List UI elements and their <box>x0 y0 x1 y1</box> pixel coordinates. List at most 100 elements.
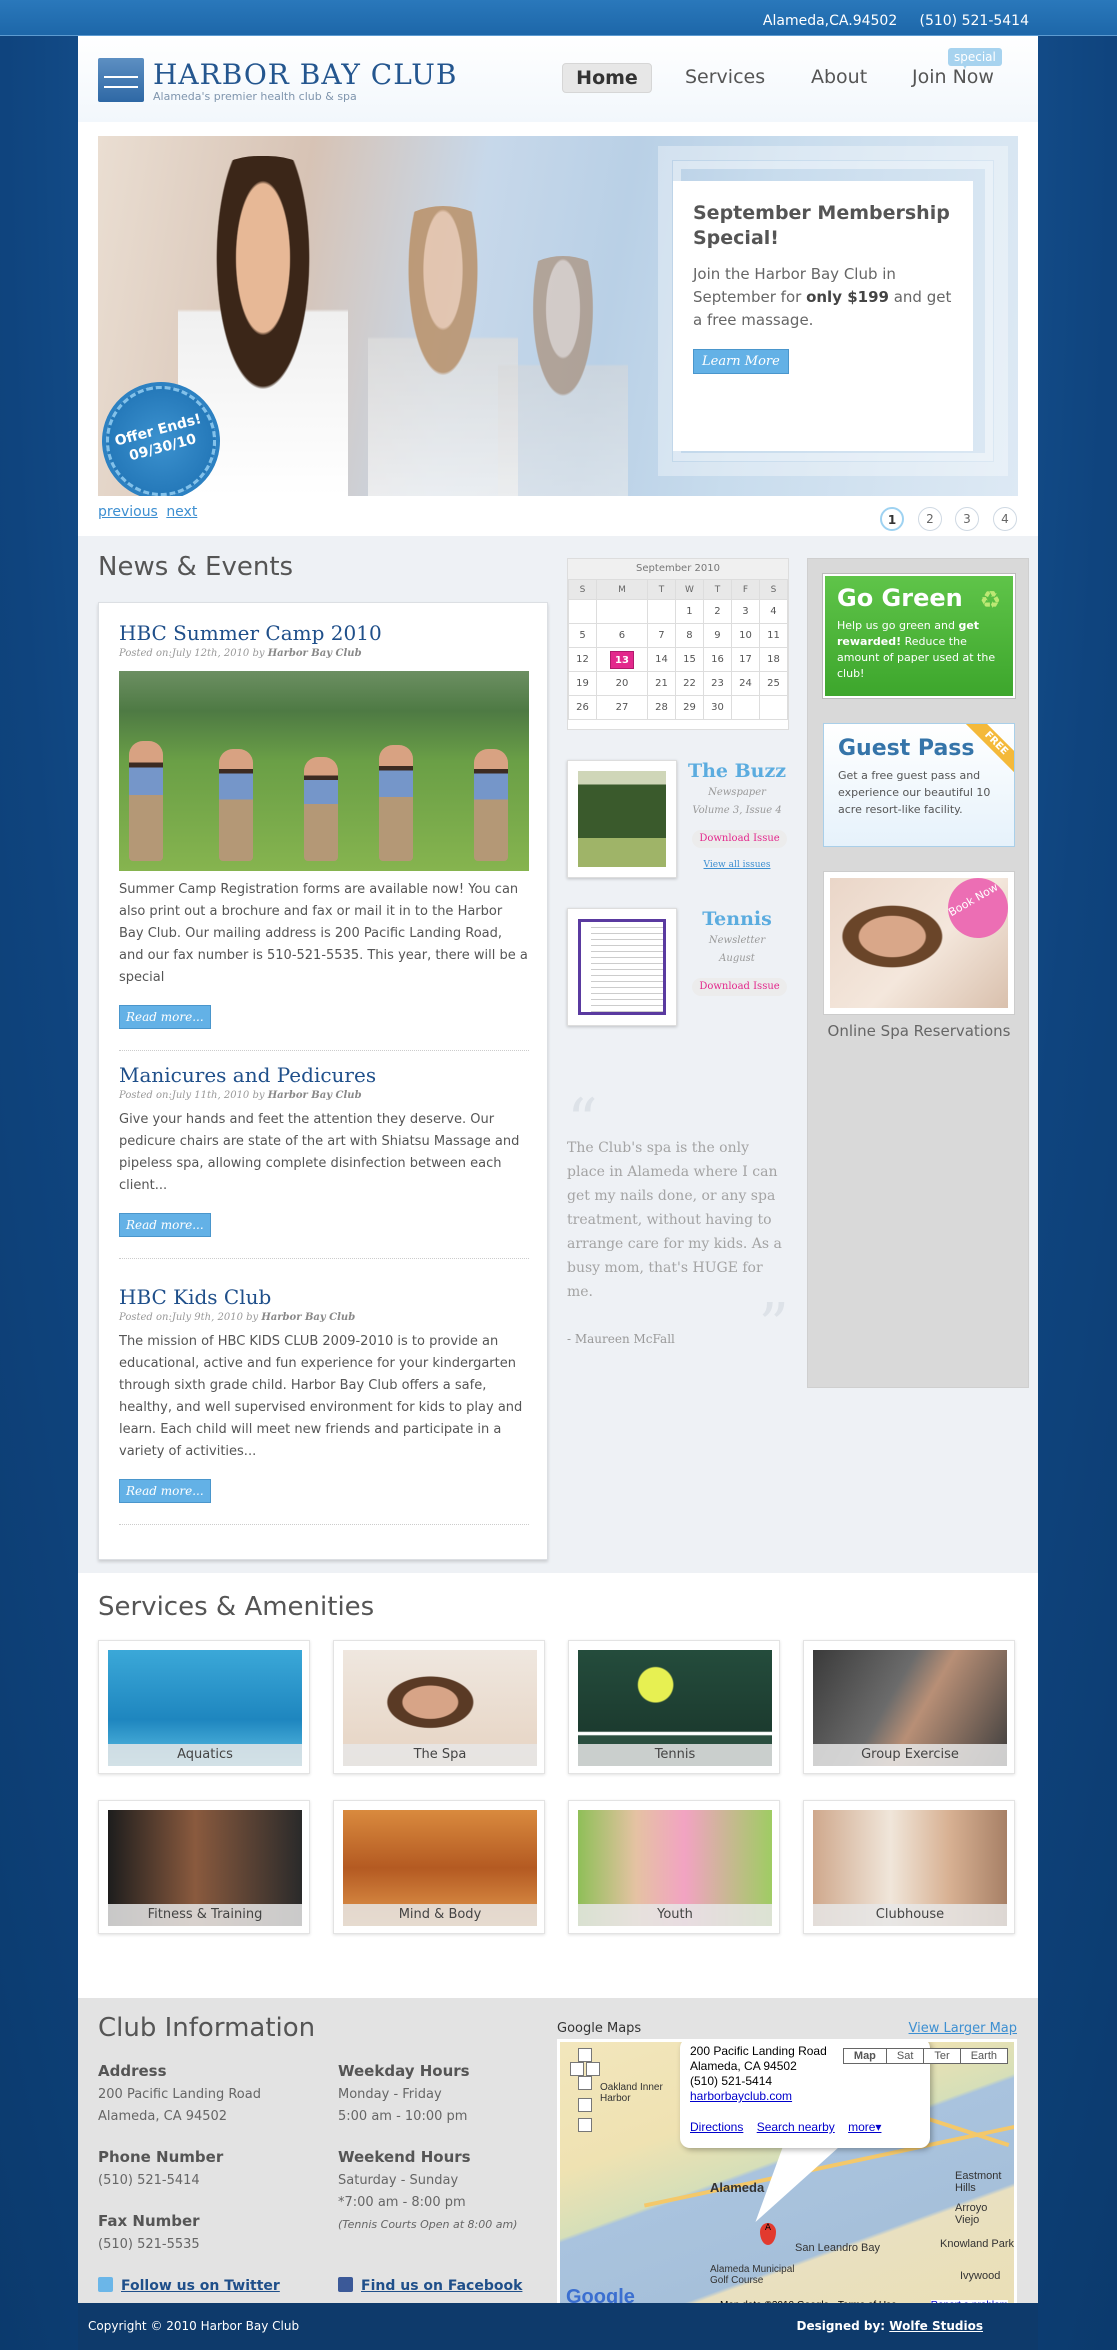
map-zoom-controls <box>570 2048 600 2138</box>
read-more-button[interactable]: Read more... <box>119 1479 211 1503</box>
calendar-today[interactable]: 13 <box>596 647 648 672</box>
map-label-inner-harbor: Oakland Inner Harbor <box>600 2082 663 2104</box>
pan-left-icon[interactable] <box>570 2062 584 2076</box>
zoom-in-icon[interactable] <box>578 2098 592 2112</box>
tennis-cover-image[interactable] <box>567 908 677 1026</box>
calendar-day[interactable]: 22 <box>674 671 704 696</box>
go-green-banner[interactable]: Go Green ♻ Help us go green and get rewa… <box>822 573 1016 699</box>
calendar-day[interactable]: 4 <box>758 599 789 624</box>
tennis-download-button[interactable]: Download Issue <box>692 978 787 996</box>
pan-right-icon[interactable] <box>586 2062 600 2076</box>
calendar-grid: S M T W T F S 1234 5 6 7 8 9 10 11 12 13 14 15 16 1… <box>568 579 789 720</box>
designer-link[interactable]: Wolfe Studios <box>889 2319 983 2333</box>
calendar-day[interactable]: 18 <box>758 647 789 672</box>
calendar-day[interactable]: 16 <box>702 647 732 672</box>
calendar-day[interactable]: 7 <box>646 623 676 648</box>
spa-reservation-label[interactable]: Online Spa Reservations <box>823 1022 1015 1040</box>
tennis-newsletter: Tennis Newsletter August Download Issue <box>567 908 789 1026</box>
pager-dot-2[interactable]: 2 <box>918 507 942 531</box>
twitter-label: Follow us on Twitter <box>121 2278 280 2294</box>
pan-down-icon[interactable] <box>578 2076 592 2090</box>
calendar-day[interactable]: 21 <box>646 671 676 696</box>
view-larger-map-link[interactable]: View Larger Map <box>909 2021 1017 2036</box>
bubble-website-link[interactable]: harborbayclub.com <box>690 2089 792 2103</box>
pager-dot-1[interactable]: 1 <box>880 507 904 531</box>
calendar-day[interactable]: 26 <box>568 695 597 720</box>
footer-credit: Designed by: Wolfe Studios <box>796 2319 983 2333</box>
hero-woman-image-3 <box>498 256 628 496</box>
twitter-link[interactable]: Follow us on Twitter <box>98 2277 280 2294</box>
map-type-ter[interactable]: Ter <box>923 2048 961 2064</box>
search-nearby-link[interactable]: Search nearby <box>757 2120 835 2134</box>
service-spa[interactable]: The Spa <box>333 1640 545 1774</box>
article-title[interactable]: Manicures and Pedicures <box>119 1063 529 1087</box>
previous-link[interactable]: previous <box>98 504 158 520</box>
promo-text: Join the Harbor Bay Club in September fo… <box>693 263 953 332</box>
calendar-day[interactable]: 10 <box>730 623 760 648</box>
nav-home[interactable]: Home <box>562 63 652 93</box>
buzz-cover-image[interactable] <box>567 760 677 878</box>
service-aquatics[interactable]: Aquatics <box>98 1640 310 1774</box>
calendar-day[interactable]: 2 <box>702 599 732 624</box>
pager-dot-4[interactable]: 4 <box>993 507 1017 531</box>
service-fitness[interactable]: Fitness & Training <box>98 1800 310 1934</box>
calendar-day[interactable]: 27 <box>596 695 648 720</box>
nav-about[interactable]: About <box>811 66 867 88</box>
next-link[interactable]: next <box>166 504 197 520</box>
pan-up-icon[interactable] <box>578 2048 592 2062</box>
buzz-download-button[interactable]: Download Issue <box>692 830 787 848</box>
article-summer-camp: HBC Summer Camp 2010 Posted on:July 12th… <box>119 621 529 1051</box>
service-mind-body[interactable]: Mind & Body <box>333 1800 545 1934</box>
nav-services[interactable]: Services <box>685 66 765 88</box>
map-type-earth[interactable]: Earth <box>959 2048 1008 2064</box>
calendar-day-header: W <box>674 579 704 600</box>
calendar-day[interactable]: 14 <box>646 647 676 672</box>
calendar-day[interactable]: 3 <box>730 599 760 624</box>
buzz-issue: Volume 3, Issue 4 <box>692 805 782 816</box>
more-link[interactable]: more▾ <box>848 2120 881 2134</box>
directions-link[interactable]: Directions <box>690 2120 743 2134</box>
view-all-issues-link[interactable]: View all issues <box>687 860 787 870</box>
read-more-button[interactable]: Read more... <box>119 1005 211 1029</box>
calendar-day[interactable]: 29 <box>674 695 704 720</box>
service-tennis[interactable]: Tennis <box>568 1640 780 1774</box>
facebook-label: Find us on Facebook <box>361 2278 523 2294</box>
calendar-day[interactable]: 19 <box>568 671 597 696</box>
tennis-type: Newsletter <box>708 935 766 946</box>
article-title[interactable]: HBC Summer Camp 2010 <box>119 621 529 645</box>
calendar-day[interactable]: 28 <box>646 695 676 720</box>
article-divider <box>119 1258 529 1259</box>
facebook-link[interactable]: Find us on Facebook <box>338 2277 522 2294</box>
calendar-day[interactable]: 8 <box>674 623 704 648</box>
article-title[interactable]: HBC Kids Club <box>119 1285 529 1309</box>
calendar-day[interactable]: 5 <box>568 623 597 648</box>
calendar-day <box>758 695 789 720</box>
read-more-button[interactable]: Read more... <box>119 1213 211 1237</box>
calendar-day[interactable]: 11 <box>758 623 789 648</box>
top-location: Alameda,CA.94502 <box>762 13 898 29</box>
spa-reservation-banner[interactable]: Book Now <box>823 867 1019 1015</box>
map-type-sat[interactable]: Sat <box>885 2048 925 2064</box>
calendar-day[interactable]: 30 <box>702 695 732 720</box>
map-canvas[interactable]: Alameda Eastmont Hills Arroyo Viejo Know… <box>557 2039 1017 2317</box>
pager-dot-3[interactable]: 3 <box>955 507 979 531</box>
nav-join-now[interactable]: Join Now <box>912 66 994 88</box>
calendar-day[interactable]: 6 <box>596 623 648 648</box>
guest-pass-banner[interactable]: Guest Pass FREE Get a free guest pass an… <box>823 723 1015 847</box>
service-youth[interactable]: Youth <box>568 1800 780 1934</box>
calendar-day[interactable]: 25 <box>758 671 789 696</box>
learn-more-button[interactable]: Learn More <box>693 349 789 374</box>
calendar-day[interactable]: 12 <box>568 647 597 672</box>
service-clubhouse[interactable]: Clubhouse <box>803 1800 1015 1934</box>
calendar-day[interactable]: 15 <box>674 647 704 672</box>
calendar-day[interactable]: 23 <box>702 671 732 696</box>
calendar-day[interactable]: 24 <box>730 671 760 696</box>
calendar-day[interactable]: 17 <box>730 647 760 672</box>
service-group-exercise[interactable]: Group Exercise <box>803 1640 1015 1774</box>
zoom-out-icon[interactable] <box>578 2118 592 2132</box>
calendar-day[interactable]: 20 <box>596 671 648 696</box>
calendar-day[interactable]: 9 <box>702 623 732 648</box>
map-type-map[interactable]: Map <box>842 2048 887 2064</box>
calendar-day[interactable]: 1 <box>674 599 704 624</box>
map-marker-icon[interactable]: A <box>760 2223 776 2245</box>
